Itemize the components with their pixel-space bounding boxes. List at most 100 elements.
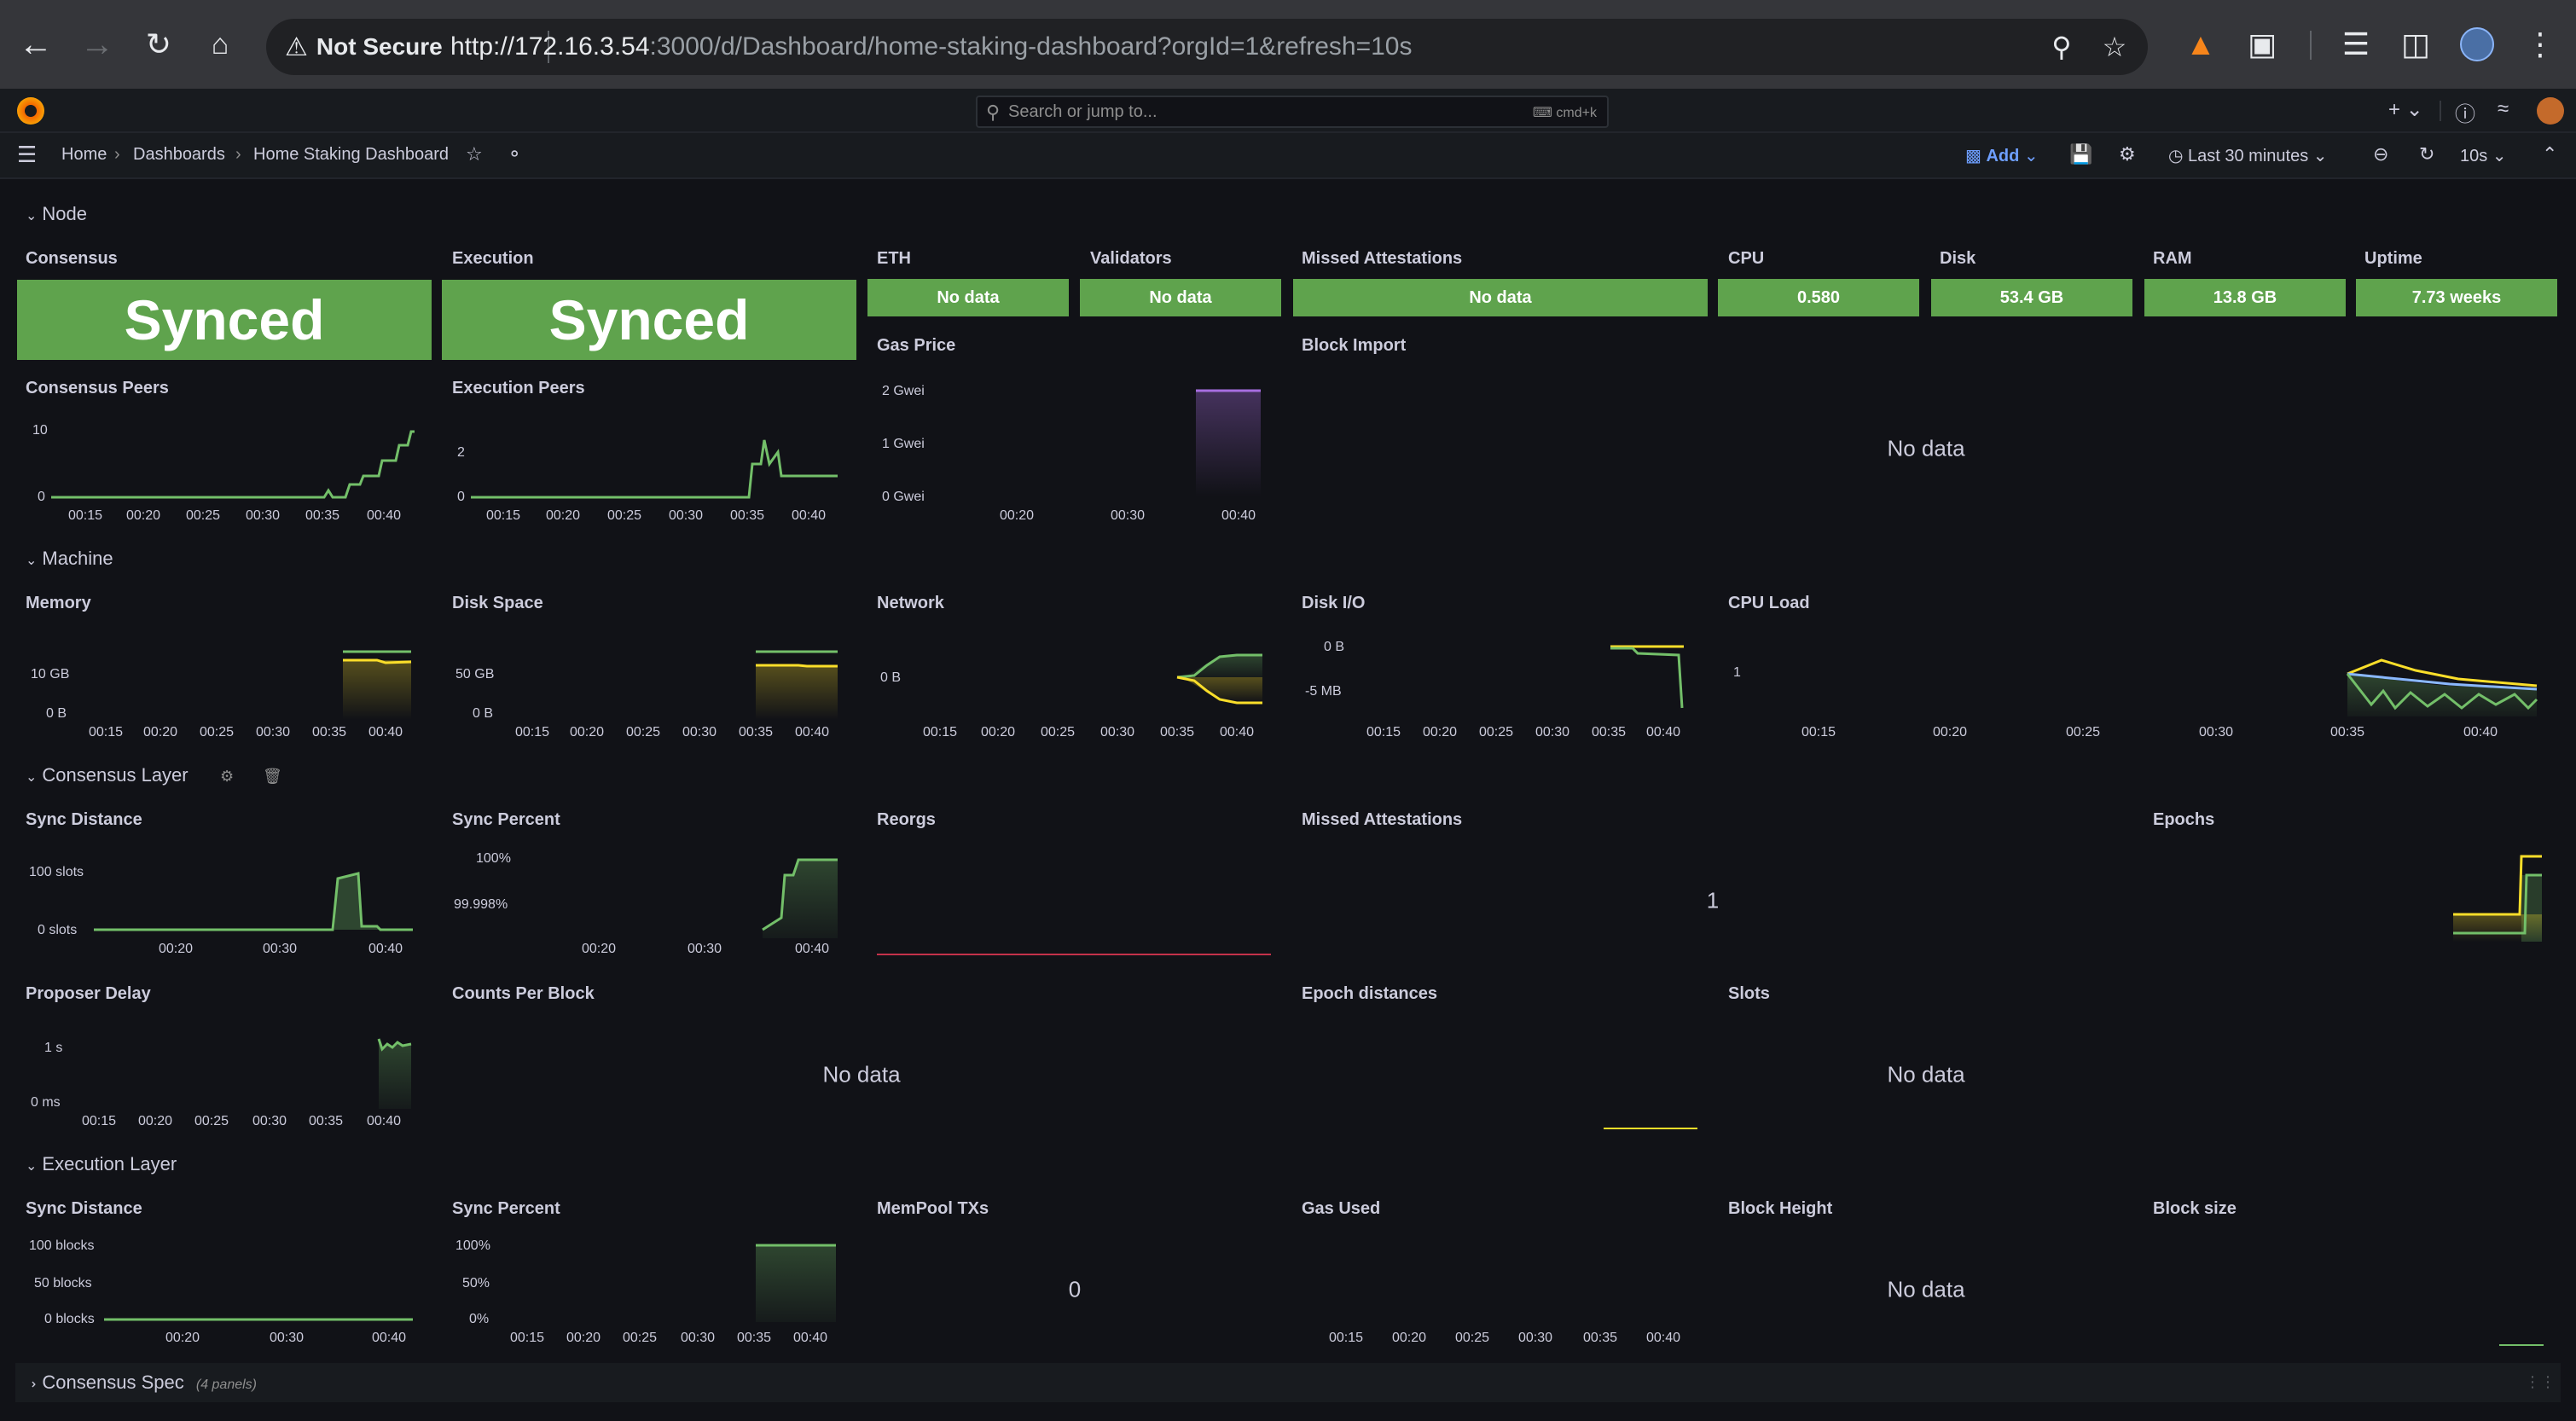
network-xtick: 00:15 xyxy=(923,725,958,740)
row-execution-layer[interactable]: ⌄ Execution Layer xyxy=(26,1153,177,1175)
home-icon[interactable]: ⌂ xyxy=(194,19,246,70)
breadcrumb-separator-icon: › xyxy=(235,145,241,164)
row-machine[interactable]: ⌄ Machine xyxy=(26,548,113,570)
clock-icon: ◷ xyxy=(2168,147,2184,165)
chevron-down-icon: ⌄ xyxy=(26,1159,38,1174)
refresh-icon[interactable]: ↻ xyxy=(2419,143,2434,165)
news-feed-icon[interactable]: ≈ xyxy=(2498,97,2509,121)
epochs-area-yellow xyxy=(2453,914,2542,942)
favorite-star-icon[interactable]: ☆ xyxy=(466,143,483,165)
panel-cpu-title: CPU xyxy=(1728,249,1765,268)
panel-cpu-load-title: CPU Load xyxy=(1728,594,1810,612)
time-range-picker[interactable]: ◷ Last 30 minutes ⌄ xyxy=(2168,145,2328,166)
refresh-interval-picker[interactable]: 10s ⌄ xyxy=(2460,145,2507,166)
breadcrumb-dashboards[interactable]: Dashboards xyxy=(133,145,225,165)
side-panel-icon[interactable]: ◫ xyxy=(2393,22,2438,67)
memory-xtick: 00:15 xyxy=(89,725,124,740)
panel-ram-title: RAM xyxy=(2153,249,2192,268)
cpu-load-xtick: 00:15 xyxy=(1801,725,1836,740)
search-input[interactable]: ⚲ Search or jump to... ⌨ cmd+k xyxy=(976,96,1609,128)
settings-gear-icon[interactable]: ⚙ xyxy=(2119,143,2136,165)
proposer-delay-xtick: 00:25 xyxy=(194,1114,229,1128)
add-button[interactable]: ▩ Add ⌄ xyxy=(1965,145,2039,166)
panel-slots-title: Slots xyxy=(1728,984,1770,1003)
panel-execution-title: Execution xyxy=(452,249,534,268)
dashboard-nav-bar: ☰ Home › Dashboards › Home Staking Dashb… xyxy=(0,133,2576,179)
zoom-out-icon[interactable]: ⊖ xyxy=(2373,143,2388,165)
row-execution-layer-label: Execution Layer xyxy=(42,1153,177,1174)
url-host: http://172.16.3.54 xyxy=(450,32,650,61)
row-consensus-layer[interactable]: ⌄ Consensus Layer xyxy=(26,764,189,786)
security-indicator[interactable]: ⚠ Not Secure xyxy=(285,29,443,65)
panel-cl-sync-distance-title: Sync Distance xyxy=(26,810,142,829)
disk-io-ytick: 0 B xyxy=(1324,640,1345,654)
reload-icon[interactable]: ↻ xyxy=(133,19,184,70)
row-delete-trash-icon[interactable]: 🗑 xyxy=(263,768,282,786)
url-text[interactable]: http://172.16.3.54:3000/d/Dashboard/home… xyxy=(450,32,1412,61)
search-shortcut-text: cmd+k xyxy=(1556,106,1597,120)
execution-peers-xtick: 00:25 xyxy=(607,508,642,523)
gas-price-xtick: 00:40 xyxy=(1221,508,1256,523)
consensus-peers-xtick: 00:20 xyxy=(126,508,161,523)
zoom-icon[interactable]: ⚲ xyxy=(2042,27,2081,67)
reorgs-threshold-line xyxy=(877,954,1271,955)
el-sync-percent-ytick: 100% xyxy=(455,1238,490,1253)
metamask-extension-icon[interactable]: ▲ xyxy=(2179,22,2223,67)
el-sync-percent-xtick: 00:25 xyxy=(623,1331,658,1345)
browser-toolbar: ← → ↻ ⌂ ⚠ Not Secure http://172.16.3.54:… xyxy=(0,0,2576,89)
cl-sync-distance-line xyxy=(94,872,413,931)
gas-price-ytick: 0 Gwei xyxy=(882,490,925,504)
el-sync-percent-chart xyxy=(756,1244,836,1322)
profile-avatar[interactable] xyxy=(2455,22,2499,67)
row-settings-gear-icon[interactable]: ⚙ xyxy=(220,768,234,786)
panel-uptime-title: Uptime xyxy=(2364,249,2422,268)
help-icon[interactable]: ⓘ xyxy=(2455,97,2475,127)
search-placeholder: Search or jump to... xyxy=(1008,102,1157,121)
panel-network-title: Network xyxy=(877,594,944,612)
bookmark-star-icon[interactable]: ☆ xyxy=(2095,27,2134,67)
forward-icon[interactable]: → xyxy=(72,19,123,70)
cl-sync-percent-ytick: 99.998% xyxy=(454,897,508,912)
disk-space-chart xyxy=(756,650,838,720)
cl-sync-distance-xtick: 00:30 xyxy=(263,942,298,956)
block-size-line xyxy=(2499,1344,2544,1346)
breadcrumb-home[interactable]: Home xyxy=(61,145,107,165)
panel-consensus-peers-title: Consensus Peers xyxy=(26,379,169,397)
new-plus-icon[interactable]: + ⌄ xyxy=(2388,97,2423,122)
cpu-load-xtick: 00:30 xyxy=(2199,725,2234,740)
consensus-peers-line xyxy=(51,430,415,499)
menu-hamburger-icon[interactable]: ☰ xyxy=(17,142,37,168)
save-icon[interactable]: 💾 xyxy=(2069,143,2092,165)
share-icon[interactable]: ⚬ xyxy=(507,143,522,165)
execution-peers-xtick: 00:15 xyxy=(486,508,521,523)
disk-space-xtick: 00:40 xyxy=(795,725,830,740)
breadcrumb-current: Home Staking Dashboard xyxy=(253,145,450,164)
proposer-delay-ytick: 0 ms xyxy=(31,1095,61,1110)
network-xtick: 00:40 xyxy=(1220,725,1255,740)
execution-peers-line xyxy=(471,439,838,499)
browser-menu-icon[interactable]: ⋮ xyxy=(2518,22,2562,67)
extensions-puzzle-icon[interactable]: ▣ xyxy=(2240,22,2284,67)
execution-peers-xtick: 00:35 xyxy=(730,508,765,523)
disk-space-xtick: 00:20 xyxy=(570,725,605,740)
disk-stat: 53.4 GB xyxy=(1931,279,2132,316)
address-bar[interactable]: ⚠ Not Secure http://172.16.3.54:3000/d/D… xyxy=(266,19,2148,75)
disk-space-xtick: 00:15 xyxy=(515,725,550,740)
el-sync-percent-xtick: 00:35 xyxy=(737,1331,772,1345)
chevron-right-icon: ⌄ xyxy=(24,1378,39,1390)
memory-xtick: 00:30 xyxy=(256,725,291,740)
el-sync-distance-ytick: 50 blocks xyxy=(34,1276,92,1290)
gas-used-xtick: 00:15 xyxy=(1329,1331,1364,1345)
row-drag-handle-icon[interactable]: ⋮⋮ xyxy=(2525,1373,2556,1391)
panel-el-sync-distance-title: Sync Distance xyxy=(26,1199,142,1218)
mempool-txs-value: 0 xyxy=(1068,1276,1082,1302)
media-queue-icon[interactable]: ☰ xyxy=(2334,22,2378,67)
panel-counts-per-block-title: Counts Per Block xyxy=(452,984,595,1003)
back-icon[interactable]: ← xyxy=(10,19,61,70)
user-avatar[interactable] xyxy=(2537,97,2564,125)
add-chart-icon: ▩ xyxy=(1965,147,1981,165)
grafana-logo[interactable] xyxy=(17,97,44,125)
row-consensus-spec[interactable]: ⌄ Consensus Spec (4 panels) ⋮⋮ xyxy=(15,1363,2561,1402)
collapse-chevron-up-icon[interactable]: ⌃ xyxy=(2542,143,2557,165)
row-node[interactable]: ⌄ Node xyxy=(26,203,87,225)
